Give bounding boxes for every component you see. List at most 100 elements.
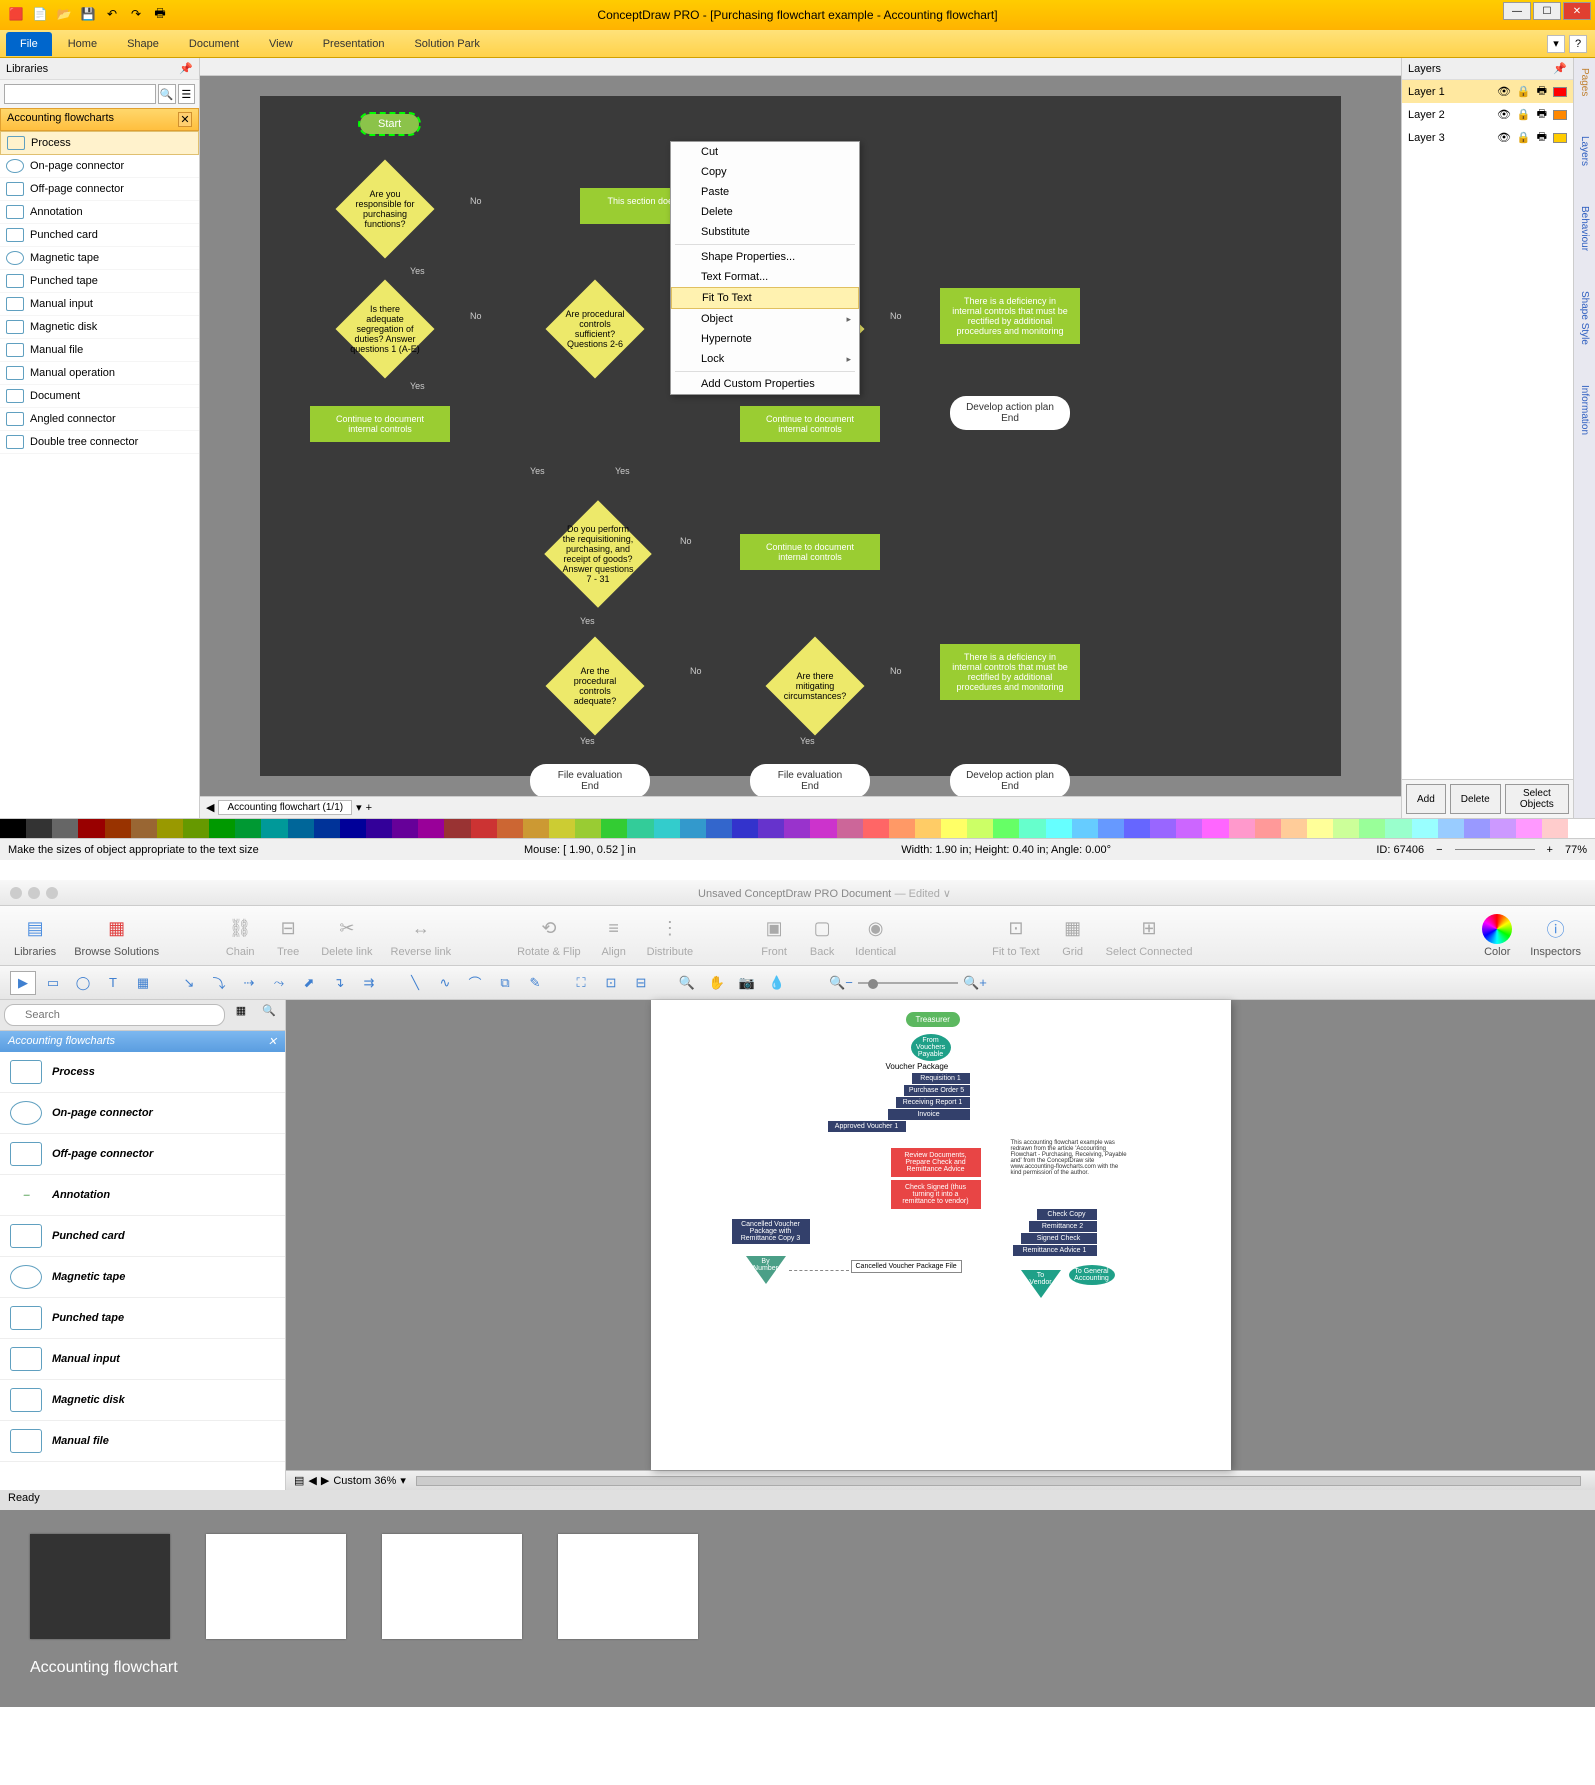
palette-swatch[interactable]	[209, 819, 235, 838]
shape-decision-3[interactable]: Are procedural controls sufficient? Ques…	[560, 309, 630, 349]
palette-swatch[interactable]	[758, 819, 784, 838]
mac-library-close-icon[interactable]: ✕	[268, 1035, 277, 1048]
ctx-cut[interactable]: Cut	[671, 142, 859, 162]
minimize-button[interactable]: —	[1503, 2, 1531, 20]
palette-swatch[interactable]	[1307, 819, 1333, 838]
library-category-header[interactable]: Accounting flowcharts ✕	[0, 108, 199, 131]
tb-align[interactable]: ≡Align	[599, 914, 629, 958]
connector7-tool-icon[interactable]: ⇉	[356, 971, 382, 995]
palette-swatch[interactable]	[627, 819, 653, 838]
connector6-tool-icon[interactable]: ↴	[326, 971, 352, 995]
thumbnail-3[interactable]	[382, 1534, 522, 1639]
shape-item-magnetictape[interactable]: Magnetic tape	[0, 247, 199, 270]
ctx-copy[interactable]: Copy	[671, 162, 859, 182]
palette-swatch[interactable]	[0, 819, 26, 838]
pin-icon[interactable]: 📌	[179, 62, 193, 75]
shape-item-punchedtape[interactable]: Punched tape	[0, 270, 199, 293]
palette-swatch[interactable]	[732, 819, 758, 838]
zoom-in-icon[interactable]: +	[1547, 844, 1553, 856]
palette-swatch[interactable]	[1412, 819, 1438, 838]
mshape-annotation[interactable]: ⎯Annotation	[0, 1175, 285, 1216]
shape-item-manualinput[interactable]: Manual input	[0, 293, 199, 316]
add-layer-button[interactable]: Add	[1406, 784, 1446, 814]
palette-swatch[interactable]	[1542, 819, 1568, 838]
mshape-treasurer[interactable]: Treasurer	[906, 1012, 960, 1027]
shape-item-onpage[interactable]: On-page connector	[0, 155, 199, 178]
mac-hscroll[interactable]	[416, 1476, 1581, 1486]
print-icon[interactable]: 🖶	[150, 4, 170, 24]
palette-swatch[interactable]	[105, 819, 131, 838]
palette-swatch[interactable]	[418, 819, 444, 838]
library-close-icon[interactable]: ✕	[178, 112, 192, 127]
palette-swatch[interactable]	[366, 819, 392, 838]
hand-tool-icon[interactable]: ✋	[704, 971, 730, 995]
tb-rotateflip[interactable]: ⟲Rotate & Flip	[517, 914, 581, 958]
crop-tool-icon[interactable]: ⛶	[568, 971, 594, 995]
arc-tool-icon[interactable]: ⌒	[462, 971, 488, 995]
palette-swatch[interactable]	[261, 819, 287, 838]
eyedrop-tool-icon[interactable]: 💧	[764, 971, 790, 995]
palette-swatch[interactable]	[1019, 819, 1045, 838]
mac-minimize-button[interactable]	[28, 887, 40, 899]
shape-item-magneticdisk[interactable]: Magnetic disk	[0, 316, 199, 339]
palette-swatch[interactable]	[1255, 819, 1281, 838]
palette-swatch[interactable]	[915, 819, 941, 838]
open-icon[interactable]: 📂	[54, 4, 74, 24]
tb-front[interactable]: ▣Front	[759, 914, 789, 958]
maximize-button[interactable]: ☐	[1533, 2, 1561, 20]
polyline-tool-icon[interactable]: ⧉	[492, 971, 518, 995]
shape-decision-7[interactable]: Are there mitigating circumstances?	[780, 671, 850, 701]
ctx-shape-properties[interactable]: Shape Properties...	[671, 247, 859, 267]
mshape-magneticdisk[interactable]: Magnetic disk	[0, 1380, 285, 1421]
palette-swatch[interactable]	[497, 819, 523, 838]
shape-item-process[interactable]: Process	[0, 131, 199, 155]
add-page-icon[interactable]: +	[366, 802, 372, 814]
palette-swatch[interactable]	[314, 819, 340, 838]
tab-home[interactable]: Home	[54, 32, 111, 56]
palette-swatch[interactable]	[601, 819, 627, 838]
layers-pin-icon[interactable]: 📌	[1553, 62, 1567, 75]
tb-identical[interactable]: ◉Identical	[855, 914, 896, 958]
page-tab[interactable]: Accounting flowchart (1/1)	[218, 800, 352, 815]
curve-tool-icon[interactable]: ∿	[432, 971, 458, 995]
tb-fittotext[interactable]: ⊡Fit to Text	[992, 914, 1039, 958]
rect-tool-icon[interactable]: ▭	[40, 971, 66, 995]
undo-icon[interactable]: ↶	[102, 4, 122, 24]
palette-swatch[interactable]	[78, 819, 104, 838]
tab-file[interactable]: File	[6, 32, 52, 56]
mac-drawing-page[interactable]: Treasurer From Vouchers Payable Voucher …	[651, 1000, 1231, 1470]
layer-row-2[interactable]: Layer 2👁🔒🖶	[1402, 103, 1573, 126]
palette-swatch[interactable]	[131, 819, 157, 838]
palette-swatch[interactable]	[392, 819, 418, 838]
palette-swatch[interactable]	[1281, 819, 1307, 838]
help-icon[interactable]: ?	[1569, 35, 1587, 53]
palette-swatch[interactable]	[837, 819, 863, 838]
mac-search-input[interactable]	[4, 1004, 225, 1026]
tb-color[interactable]: Color	[1482, 914, 1512, 958]
tb-back[interactable]: ▢Back	[807, 914, 837, 958]
palette-swatch[interactable]	[471, 819, 497, 838]
shape-item-manualfile[interactable]: Manual file	[0, 339, 199, 362]
ctx-hypernote[interactable]: Hypernote	[671, 329, 859, 349]
style-dropdown-icon[interactable]: ▾	[1547, 35, 1565, 53]
pointer-tool-icon[interactable]: ▶	[10, 971, 36, 995]
palette-swatch[interactable]	[444, 819, 470, 838]
palette-swatch[interactable]	[810, 819, 836, 838]
tab-view[interactable]: View	[255, 32, 307, 56]
redo-icon[interactable]: ↷	[126, 4, 146, 24]
mac-zoom-label[interactable]: Custom 36%	[333, 1475, 396, 1487]
palette-swatch[interactable]	[1385, 819, 1411, 838]
tb-chain[interactable]: ⛓Chain	[225, 914, 255, 958]
mac-next-page-icon[interactable]: ▶	[321, 1474, 329, 1487]
text-tool-icon[interactable]: T	[100, 971, 126, 995]
ctx-lock[interactable]: Lock	[671, 349, 859, 369]
thumbnail-4[interactable]	[558, 1534, 698, 1639]
shape-start-selected[interactable]: Start	[360, 114, 419, 134]
ctx-add-custom-props[interactable]: Add Custom Properties	[671, 374, 859, 394]
connector4-tool-icon[interactable]: ⤳	[266, 971, 292, 995]
tb-grid[interactable]: ▦Grid	[1058, 914, 1088, 958]
ctx-paste[interactable]: Paste	[671, 182, 859, 202]
palette-swatch[interactable]	[183, 819, 209, 838]
palette-swatch[interactable]	[523, 819, 549, 838]
mac-zoom-button[interactable]	[46, 887, 58, 899]
